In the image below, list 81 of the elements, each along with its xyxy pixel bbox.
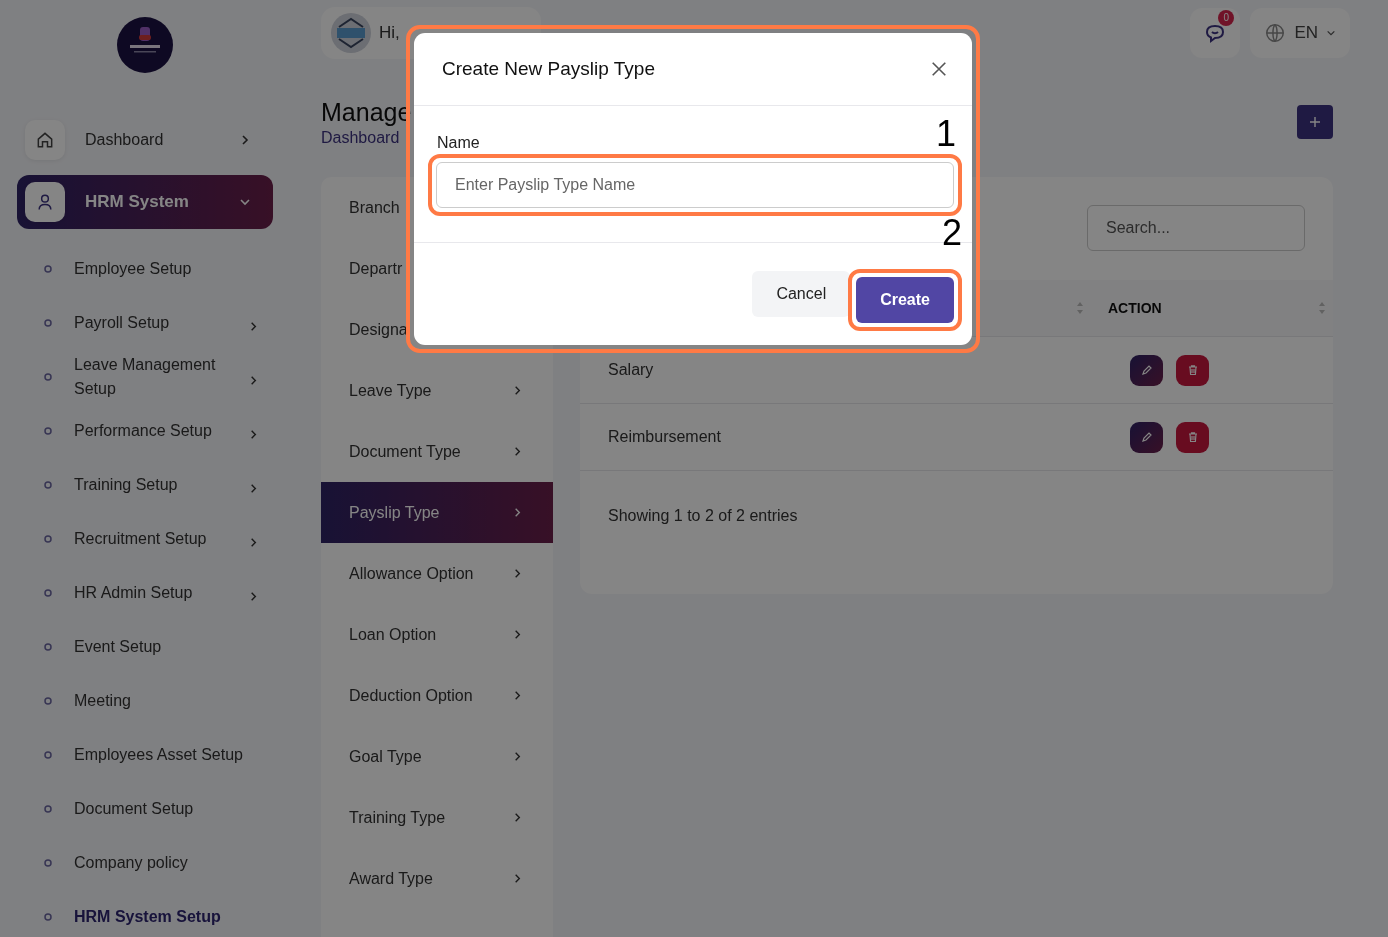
sidebar-subitem[interactable]: Meeting	[44, 674, 259, 728]
sidebar-subitem[interactable]: Event Setup	[44, 620, 259, 674]
chevron-right-icon	[512, 629, 523, 640]
bullet-icon	[44, 805, 52, 813]
bullet-icon	[44, 319, 52, 327]
sidebar-item[interactable]: Dashboard	[17, 113, 273, 167]
setup-menu-item[interactable]: Payslip Type	[321, 482, 553, 543]
sidebar-subitem[interactable]: Training Setup	[44, 458, 259, 512]
modal-title: Create New Payslip Type	[442, 58, 655, 80]
chevron-right-icon	[512, 873, 523, 884]
sidebar-subitem[interactable]: Employees Asset Setup	[44, 728, 259, 782]
chevron-right-icon	[512, 751, 523, 762]
bullet-icon	[44, 589, 52, 597]
bullet-icon	[44, 751, 52, 759]
sidebar-subitem[interactable]: Recruitment Setup	[44, 512, 259, 566]
setup-menu-item[interactable]: Leave Type	[321, 360, 553, 421]
chevron-right-icon	[512, 507, 523, 518]
table-cell-text: Salary	[608, 361, 655, 379]
globe-icon	[1264, 21, 1287, 44]
breadcrumb-link[interactable]: Dashboard	[321, 129, 400, 147]
column-header: ACTION	[1108, 300, 1162, 316]
setup-menu-item[interactable]: Allowance Option	[321, 543, 553, 604]
chevron-right-icon	[512, 446, 523, 457]
setup-menu-item[interactable]: Award Type	[321, 848, 553, 909]
create-button[interactable]: Create	[856, 277, 954, 323]
trash-icon	[1186, 431, 1199, 443]
delete-button[interactable]	[1176, 354, 1209, 386]
setup-menu-item[interactable]: Goal Type	[321, 726, 553, 787]
user-icon	[35, 192, 55, 212]
edit-button[interactable]	[1130, 421, 1163, 453]
notification-button[interactable]: 0	[1190, 7, 1241, 58]
setup-menu-item[interactable]: Document Type	[321, 421, 553, 482]
chevron-right-icon	[512, 812, 523, 823]
plus-icon	[1309, 116, 1321, 128]
table-cell-text: Reimbursement	[608, 428, 722, 446]
sidebar-item[interactable]: HRM System	[17, 175, 273, 229]
field-label: Name	[437, 134, 480, 152]
pencil-icon	[1140, 431, 1153, 443]
edit-button[interactable]	[1130, 354, 1163, 386]
chevron-right-icon	[512, 568, 523, 579]
sidebar-subitem[interactable]: Leave Management Setup	[44, 350, 259, 404]
setup-menu-item[interactable]: Loan Option	[321, 604, 553, 665]
bullet-icon	[44, 859, 52, 867]
add-button[interactable]	[1297, 105, 1333, 139]
greeting-text: Hi,	[379, 22, 400, 43]
bullet-icon	[44, 643, 52, 651]
bullet-icon	[44, 265, 52, 273]
sidebar-subitem[interactable]: Company policy	[44, 836, 259, 890]
step-number: 1	[935, 116, 956, 152]
sidebar-subitem[interactable]: Payroll Setup	[44, 296, 259, 350]
step-number: 2	[941, 215, 962, 251]
cancel-button[interactable]: Cancel	[752, 271, 851, 317]
sidebar-subitem[interactable]: HRM System Setup	[44, 890, 259, 937]
entries-count: Showing 1 to 2 of 2 entries	[607, 506, 799, 526]
bullet-icon	[44, 535, 52, 543]
sidebar-subitem[interactable]: Document Setup	[44, 782, 259, 836]
chevron-right-icon	[512, 690, 523, 701]
close-icon[interactable]	[930, 60, 948, 78]
sidebar-subitem[interactable]: Employee Setup	[44, 242, 259, 296]
name-input-field[interactable]: Enter Payslip Type Name	[436, 162, 954, 208]
setup-menu-item[interactable]: Deduction Option	[321, 665, 553, 726]
setup-menu-item[interactable]: Training Type	[321, 787, 553, 848]
bullet-icon	[44, 427, 52, 435]
demo-avatar-icon	[331, 12, 371, 53]
language-button[interactable]: EN	[1250, 7, 1350, 58]
sidebar-subitem[interactable]: Performance Setup	[44, 404, 259, 458]
bullet-icon	[44, 373, 52, 381]
logo-icon	[116, 17, 173, 73]
chevron-right-icon	[239, 134, 251, 146]
delete-button[interactable]	[1176, 421, 1209, 453]
pencil-icon	[1140, 364, 1153, 376]
chevron-down-icon	[239, 196, 251, 208]
bullet-icon	[44, 697, 52, 705]
notification-count: 0	[1218, 9, 1235, 26]
home-icon	[35, 130, 55, 150]
bullet-icon	[44, 481, 52, 489]
trash-icon	[1186, 364, 1199, 376]
bullet-icon	[44, 913, 52, 921]
chevron-right-icon	[512, 385, 523, 396]
sidebar-subitem[interactable]: HR Admin Setup	[44, 566, 259, 620]
search-field[interactable]: Search...	[1087, 205, 1305, 251]
